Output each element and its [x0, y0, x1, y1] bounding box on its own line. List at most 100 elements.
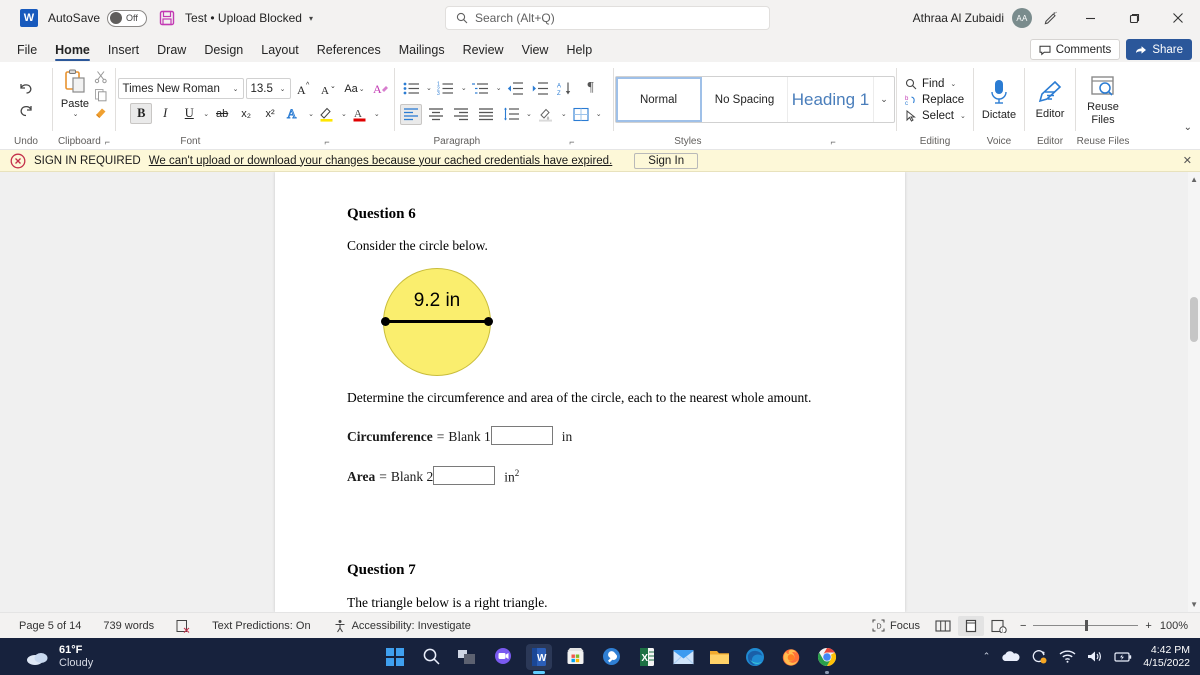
chrome-icon[interactable]	[814, 644, 840, 674]
strikethrough-button[interactable]: ab	[211, 103, 233, 124]
align-left-icon[interactable]	[400, 103, 422, 125]
tab-home[interactable]: Home	[46, 38, 99, 62]
reuse-files-button[interactable]: Reuse Files	[1081, 74, 1125, 126]
chevron-down-icon[interactable]: ⌄	[426, 84, 432, 92]
text-highlight-icon[interactable]	[316, 103, 338, 124]
select-button[interactable]: Select ⌄	[905, 109, 966, 122]
chevron-down-icon[interactable]: ⌄	[203, 110, 209, 118]
zoom-slider[interactable]: − +	[1020, 620, 1152, 632]
page-indicator[interactable]: Page 5 of 14	[8, 620, 92, 632]
share-button[interactable]: Share	[1126, 39, 1192, 60]
change-case-button[interactable]: Aa ⌄	[341, 78, 369, 99]
tab-file[interactable]: File	[8, 38, 46, 62]
grow-font-button[interactable]: A ^	[293, 78, 315, 99]
tab-references[interactable]: References	[308, 38, 390, 62]
read-mode-icon[interactable]: i	[986, 616, 1012, 636]
chevron-down-icon[interactable]: ⌄	[561, 110, 567, 118]
line-spacing-icon[interactable]	[500, 104, 522, 125]
sign-in-button[interactable]: Sign In	[634, 152, 699, 169]
chevron-down-icon[interactable]: ⌄	[280, 85, 286, 93]
chevron-down-icon[interactable]: ⌄	[73, 110, 79, 118]
chevron-down-icon[interactable]: ⌄	[596, 110, 602, 118]
focus-mode-button[interactable]: D Focus	[864, 619, 928, 632]
search-input[interactable]: Search (Alt+Q)	[445, 6, 770, 30]
scroll-down-arrow-icon[interactable]: ▼	[1190, 600, 1198, 609]
restore-button[interactable]	[1112, 0, 1156, 36]
chevron-down-icon[interactable]: ⌄	[526, 110, 532, 118]
file-explorer-icon[interactable]	[706, 644, 732, 670]
area-input[interactable]	[433, 466, 496, 485]
tray-expand-chevron-icon[interactable]: ⌃	[983, 651, 991, 662]
paste-button[interactable]: Paste ⌄	[60, 68, 90, 118]
tab-review[interactable]: Review	[454, 38, 513, 62]
chevron-down-icon[interactable]: ⌄	[960, 112, 966, 120]
tools-icon[interactable]	[598, 644, 624, 670]
dialog-launcher-clipboard[interactable]: ⌐	[105, 137, 110, 147]
justify-icon[interactable]	[475, 104, 497, 125]
copy-icon[interactable]	[94, 88, 108, 102]
wifi-icon[interactable]	[1059, 650, 1076, 663]
format-painter-icon[interactable]	[94, 106, 108, 120]
minimize-button[interactable]	[1068, 0, 1112, 36]
firefox-icon[interactable]	[778, 644, 804, 670]
document-title[interactable]: Test • Upload Blocked	[185, 11, 302, 25]
font-name-input[interactable]: Times New Roman ⌄	[117, 78, 244, 99]
onedrive-icon[interactable]	[1001, 650, 1020, 663]
scissors-icon[interactable]	[94, 70, 108, 84]
chevron-down-icon[interactable]: ⌄	[950, 80, 956, 88]
tab-design[interactable]: Design	[195, 38, 252, 62]
multilevel-list-icon[interactable]	[470, 78, 492, 99]
word-icon[interactable]: W	[526, 643, 552, 674]
chevron-down-icon[interactable]: ⌄	[341, 110, 347, 118]
chevron-down-icon[interactable]: ⌄	[374, 110, 380, 118]
document-page[interactable]: Question 6 Consider the circle below. 9.…	[275, 172, 905, 612]
windows-update-icon[interactable]	[1031, 649, 1048, 664]
microsoft-store-icon[interactable]	[562, 644, 588, 670]
text-effects-icon[interactable]: A	[283, 103, 305, 124]
search-icon[interactable]	[418, 644, 444, 670]
chevron-down-icon[interactable]: ⌄	[233, 85, 239, 93]
text-predictions-status[interactable]: Text Predictions: On	[201, 620, 321, 632]
chevron-down-icon[interactable]: ⌄	[308, 110, 314, 118]
zoom-track[interactable]	[1033, 620, 1139, 631]
numbered-list-icon[interactable]: 123	[435, 78, 457, 99]
superscript-button[interactable]: x²	[259, 103, 281, 124]
undo-arrow-icon[interactable]	[17, 80, 35, 98]
styles-more-button[interactable]: ⌄	[874, 77, 894, 122]
warning-message-link[interactable]: We can't upload or download your changes…	[149, 155, 613, 167]
pen-edit-icon[interactable]	[1032, 0, 1068, 36]
tab-help[interactable]: Help	[557, 38, 601, 62]
autosave-toggle[interactable]: Off	[107, 9, 148, 27]
circle-figure[interactable]: 9.2 in	[381, 268, 503, 376]
shrink-font-button[interactable]: A ⌄	[317, 78, 339, 99]
accessibility-status[interactable]: Accessibility: Investigate	[322, 619, 482, 633]
circumference-input[interactable]	[490, 426, 553, 445]
tab-draw[interactable]: Draw	[148, 38, 195, 62]
italic-button[interactable]: I	[154, 103, 176, 124]
style-no-spacing[interactable]: No Spacing	[702, 77, 788, 122]
proofing-errors-icon[interactable]	[165, 619, 201, 633]
clock[interactable]: 4:42 PM 4/15/2022	[1143, 644, 1190, 670]
subscript-button[interactable]: x₂	[235, 103, 257, 124]
sort-az-icon[interactable]: AZ	[555, 78, 577, 99]
tab-mailings[interactable]: Mailings	[390, 38, 454, 62]
volume-icon[interactable]	[1087, 650, 1103, 663]
vertical-scrollbar[interactable]: ▲ ▼	[1188, 172, 1200, 612]
bullet-list-icon[interactable]	[400, 78, 422, 99]
task-view-icon[interactable]	[454, 644, 480, 670]
web-layout-icon[interactable]	[930, 616, 956, 636]
zoom-level[interactable]: 100%	[1160, 620, 1192, 632]
editor-button[interactable]: Editor	[1030, 79, 1070, 120]
font-size-input[interactable]: 13.5 ⌄	[245, 78, 291, 99]
edge-icon[interactable]	[742, 644, 768, 670]
style-normal[interactable]: Normal	[616, 77, 702, 122]
battery-icon[interactable]	[1114, 651, 1132, 663]
scrollbar-thumb[interactable]	[1190, 297, 1198, 342]
start-windows-icon[interactable]	[382, 644, 408, 670]
dialog-launcher-font[interactable]: ⌐	[324, 137, 329, 147]
align-center-icon[interactable]	[425, 104, 447, 125]
underline-button[interactable]: U	[178, 103, 200, 124]
increase-indent-icon[interactable]	[530, 78, 552, 99]
chevron-down-icon[interactable]: ⌄	[496, 84, 502, 92]
align-right-icon[interactable]	[450, 104, 472, 125]
